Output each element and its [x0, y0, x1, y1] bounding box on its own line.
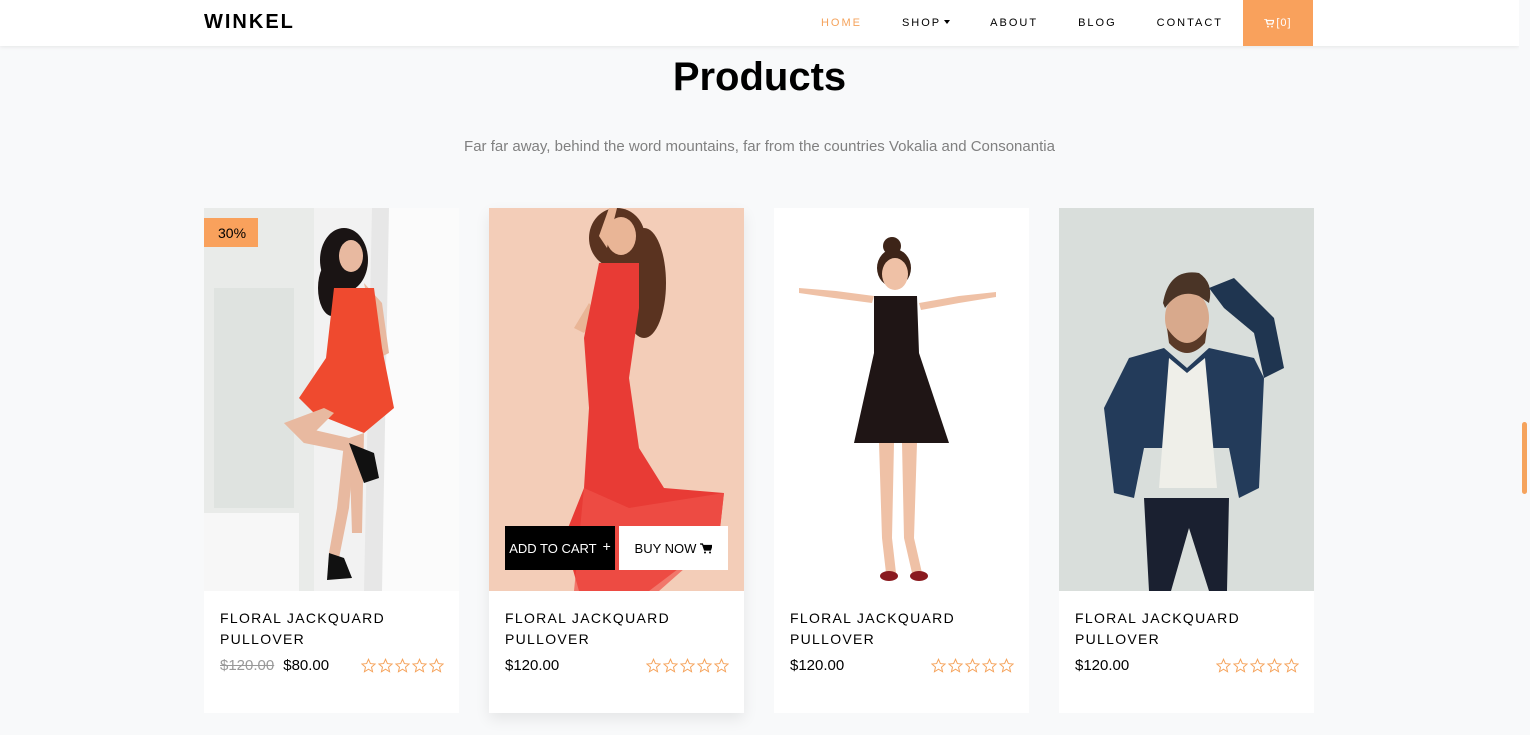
woman-black-dress-image: [774, 208, 1029, 591]
price-row: $120.00: [790, 657, 1014, 674]
nav-link-about[interactable]: ABOUT: [970, 0, 1058, 46]
cart-count: [0]: [1276, 17, 1292, 29]
product-card[interactable]: Floral Jackquard Pullover $120.00: [1059, 208, 1314, 713]
star-icon: [378, 658, 393, 673]
star-icon: [1284, 658, 1299, 673]
rating-stars: [361, 658, 444, 673]
star-icon: [429, 658, 444, 673]
cart-button[interactable]: [0]: [1243, 0, 1313, 46]
price-row: $120.00 $80.00: [220, 657, 444, 674]
product-title[interactable]: Floral Jackquard Pullover: [505, 608, 725, 650]
nav-link-shop[interactable]: SHOP: [882, 0, 970, 46]
rating-stars: [931, 658, 1014, 673]
star-icon: [931, 658, 946, 673]
star-icon: [714, 658, 729, 673]
scrollbar[interactable]: [1519, 0, 1530, 735]
rating-stars: [1216, 658, 1299, 673]
price-row: $120.00: [1075, 657, 1299, 674]
star-icon: [412, 658, 427, 673]
star-icon: [697, 658, 712, 673]
nav-link-shop-label: SHOP: [901, 17, 942, 29]
star-icon: [1267, 658, 1282, 673]
product-title[interactable]: Floral Jackquard Pullover: [790, 608, 1010, 650]
star-icon: [663, 658, 678, 673]
price: $80.00: [283, 657, 330, 674]
add-to-cart-label: ADD TO CART: [509, 540, 597, 556]
scrollbar-thumb[interactable]: [1522, 422, 1527, 494]
nav-links: HOME SHOP ABOUT BLOG CONTACT [0]: [801, 0, 1313, 46]
buy-now-button[interactable]: BUY NOW: [619, 526, 728, 570]
caret-down-icon: [944, 20, 951, 24]
product-image[interactable]: [774, 208, 1029, 591]
product-image[interactable]: [1059, 208, 1314, 591]
old-price: $120.00: [220, 657, 275, 674]
star-icon: [395, 658, 410, 673]
star-icon: [948, 658, 963, 673]
price: $120.00: [505, 657, 560, 674]
star-icon: [965, 658, 980, 673]
buy-now-label: BUY NOW: [634, 540, 697, 556]
brand-logo[interactable]: WINKEL: [204, 11, 295, 34]
product-image[interactable]: 30%: [204, 208, 459, 591]
nav-link-home[interactable]: HOME: [801, 0, 882, 46]
page-title: Products: [672, 55, 847, 99]
star-icon: [361, 658, 376, 673]
rating-stars: [646, 658, 729, 673]
product-card[interactable]: Floral Jackquard Pullover $120.00: [774, 208, 1029, 713]
shopping-cart-icon: [1264, 18, 1275, 27]
star-icon: [999, 658, 1014, 673]
add-to-cart-button[interactable]: ADD TO CART +: [505, 526, 615, 570]
price-row: $120.00: [505, 657, 729, 674]
shopping-cart-icon: [700, 542, 713, 553]
star-icon: [1233, 658, 1248, 673]
man-denim-jacket-image: [1059, 208, 1314, 591]
product-title[interactable]: Floral Jackquard Pullover: [1075, 608, 1295, 650]
star-icon: [646, 658, 661, 673]
discount-badge: 30%: [204, 218, 259, 247]
price: $120.00: [1075, 657, 1130, 674]
plus-icon: +: [602, 538, 611, 554]
nav-link-blog[interactable]: BLOG: [1058, 0, 1137, 46]
navbar: WINKEL HOME SHOP ABOUT BLOG CONTACT [0]: [0, 0, 1519, 46]
star-icon: [982, 658, 997, 673]
woman-orange-dress-image: [204, 208, 459, 591]
product-card[interactable]: 30% Floral Jackquard Pullover $120.00 $8…: [204, 208, 459, 713]
page-subtitle: Far far away, behind the word mountains,…: [464, 138, 1055, 155]
product-card[interactable]: ADD TO CART + BUY NOW Floral Jackquard P…: [489, 208, 744, 713]
star-icon: [1216, 658, 1231, 673]
star-icon: [1250, 658, 1265, 673]
nav-link-contact[interactable]: CONTACT: [1137, 0, 1243, 46]
product-title[interactable]: Floral Jackquard Pullover: [220, 608, 440, 650]
star-icon: [680, 658, 695, 673]
price: $120.00: [790, 657, 845, 674]
product-image[interactable]: ADD TO CART + BUY NOW: [489, 208, 744, 591]
